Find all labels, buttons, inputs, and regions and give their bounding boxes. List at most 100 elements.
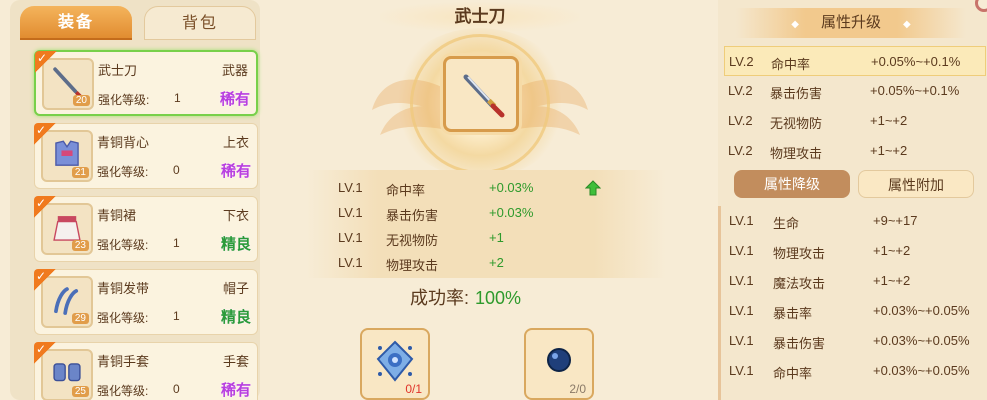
upgrade-row[interactable]: LV.2 无视物防 +1~+2 xyxy=(724,106,986,136)
item-slot: 武器 xyxy=(221,63,248,78)
downgrade-level: LV.1 xyxy=(729,273,754,288)
attribute-sub-tabs: 属性降级 属性附加 xyxy=(734,170,974,198)
equipped-check-icon: ✓ xyxy=(34,269,56,291)
stat-row: LV.1 暴击伤害 +0.03% xyxy=(306,201,666,225)
success-rate: 成功率: 100% xyxy=(410,284,521,310)
equipment-item[interactable]: 21 ✓ 青铜背心 上衣强化等级: 0 稀有 xyxy=(34,123,258,189)
stat-name: 无视物防 xyxy=(386,233,439,248)
item-slot: 下衣 xyxy=(222,208,249,223)
downgrade-name: 魔法攻击 xyxy=(773,276,826,291)
downgrade-row[interactable]: LV.1 暴击伤害 +0.03%~+0.05% xyxy=(721,326,987,356)
stat-name: 物理攻击 xyxy=(386,258,439,273)
enhance-level-label: 强化等级: xyxy=(97,311,149,325)
upgrade-range: +0.05%~+0.1% xyxy=(870,83,960,98)
stat-value: +0.03% xyxy=(489,205,534,220)
attribute-upgrade-header: ◆ 属性升级 ◆ xyxy=(736,8,966,38)
stat-row: LV.1 命中率 +0.03% xyxy=(306,176,666,200)
downgrade-range: +1~+2 xyxy=(873,243,911,258)
check-icon: ✓ xyxy=(36,196,47,210)
up-arrow-icon xyxy=(585,180,601,196)
diamond-right-icon: ◆ xyxy=(903,19,911,30)
tab-attribute-add[interactable]: 属性附加 xyxy=(858,170,974,198)
close-corner-icon[interactable] xyxy=(975,0,987,12)
stat-level: LV.1 xyxy=(338,180,363,195)
equipped-check-icon: ✓ xyxy=(34,342,56,364)
enhance-panel: 武士刀 LV.1 命中率 +0.03% LV.1 暴击伤害 +0.03% LV.1 无视物防 +… xyxy=(300,0,670,400)
upgrade-row[interactable]: LV.2 暴击伤害 +0.05%~+0.1% xyxy=(724,76,986,106)
enhance-level-label: 强化等级: xyxy=(98,93,150,107)
item-name: 武士刀 xyxy=(98,63,138,78)
material-slot-2[interactable]: 2/0 xyxy=(524,328,594,400)
check-icon: ✓ xyxy=(36,123,47,137)
enhance-level-label: 强化等级: xyxy=(97,165,149,179)
material-count-1: 0/1 xyxy=(405,382,422,396)
equipment-item[interactable]: 23 ✓ 青铜裙 下衣 强化等级: 1 精良 xyxy=(34,196,258,262)
item-slot: 手套 xyxy=(222,354,249,369)
downgrade-range: +1~+2 xyxy=(873,273,911,288)
upgrade-row[interactable]: LV.2 物理攻击 +1~+2 xyxy=(724,136,986,166)
current-stats: LV.1 命中率 +0.03% LV.1 暴击伤害 +0.03% LV.1 无视物防 +1 LV.… xyxy=(306,170,666,278)
enhance-level-value: 0 xyxy=(173,163,180,177)
item-name: 青铜裙 xyxy=(97,208,137,223)
upgrade-level: LV.2 xyxy=(729,54,754,69)
downgrade-row[interactable]: LV.1 魔法攻击 +1~+2 xyxy=(721,266,987,296)
upgrade-level: LV.2 xyxy=(728,113,753,128)
equipment-item[interactable]: 20 ✓ 武士刀 武器 强化等级: 1 稀有 xyxy=(34,50,258,116)
item-name: 青铜手套 xyxy=(97,354,150,369)
downgrade-range: +9~+17 xyxy=(873,213,918,228)
item-level-badge: 25 xyxy=(71,386,89,397)
quality-badge: 精良 xyxy=(220,309,251,326)
item-name: 青铜发带 xyxy=(97,281,150,296)
upgrade-range: +1~+2 xyxy=(870,113,908,128)
downgrade-range: +0.03%~+0.05% xyxy=(873,363,970,378)
stat-level: LV.1 xyxy=(338,230,363,245)
downgrade-row[interactable]: LV.1 暴击率 +0.03%~+0.05% xyxy=(721,296,987,326)
equipment-list: 20 ✓ 武士刀 武器 强化等级: 1 稀有 21 ✓ 青铜背心 上衣 强化等级: 0 稀有 23 ✓ 青铜裙下… xyxy=(34,50,258,400)
downgrade-range: +0.03%~+0.05% xyxy=(873,303,970,318)
downgrade-list: LV.1 生命 +9~+17 LV.1 物理攻击 +1~+2 LV.1 魔法攻击 +1~+2 LV… xyxy=(718,206,987,400)
stat-name: 暴击伤害 xyxy=(386,208,439,223)
item-level-badge: 29 xyxy=(71,313,89,324)
check-icon: ✓ xyxy=(36,269,47,283)
tab-bag[interactable]: 背包 xyxy=(144,6,256,40)
stat-level: LV.1 xyxy=(338,255,363,270)
item-slot: 帽子 xyxy=(222,281,249,296)
stat-row: LV.1 物理攻击 +2 xyxy=(306,251,666,275)
upgrade-level: LV.2 xyxy=(728,143,753,158)
equipment-item[interactable]: 29 ✓ 青铜发带 帽子强化等级: 1 精良 xyxy=(34,269,258,335)
upgrade-level: LV.2 xyxy=(728,83,753,98)
panel-tabs: 装备 背包 xyxy=(20,6,260,40)
stat-level: LV.1 xyxy=(338,205,363,220)
item-level-badge: 21 xyxy=(71,167,89,178)
enhance-level-value: 1 xyxy=(173,236,180,250)
item-level-badge: 20 xyxy=(72,95,90,106)
downgrade-row[interactable]: LV.1 命中率 +0.03%~+0.05% xyxy=(721,356,987,386)
check-icon: ✓ xyxy=(37,51,48,65)
item-name: 青铜背心 xyxy=(97,135,150,150)
upgrade-list: LV.2 命中率 +0.05%~+0.1% LV.2 暴击伤害 +0.05%~+0.1% L… xyxy=(724,46,986,166)
stat-value: +0.03% xyxy=(489,180,534,195)
equipped-check-icon: ✓ xyxy=(34,123,56,145)
downgrade-level: LV.1 xyxy=(729,363,754,378)
quality-badge: 稀有 xyxy=(220,163,251,180)
equipped-check-icon: ✓ xyxy=(35,51,57,73)
quality-badge: 稀有 xyxy=(219,91,250,108)
enhance-level-value: 1 xyxy=(173,309,180,323)
quality-badge: 精良 xyxy=(220,236,251,253)
equipment-item[interactable]: 25 ✓ 青铜手套 手套 强化等级: 0 稀有 xyxy=(34,342,258,400)
item-slot: 上衣 xyxy=(222,135,249,150)
check-icon: ✓ xyxy=(36,342,47,356)
downgrade-row[interactable]: LV.1 生命 +9~+17 xyxy=(721,206,987,236)
upgrade-row[interactable]: LV.2 命中率 +0.05%~+0.1% xyxy=(724,46,986,76)
downgrade-range: +0.03%~+0.05% xyxy=(873,333,970,348)
quality-badge: 稀有 xyxy=(220,382,251,399)
item-level-badge: 23 xyxy=(71,240,89,251)
stat-row: LV.1 无视物防 +1 xyxy=(306,226,666,250)
material-slot-1[interactable]: 0/1 xyxy=(360,328,430,400)
tab-equipment[interactable]: 装备 xyxy=(20,6,132,40)
equipment-panel: 装备 背包 20 ✓ 武士刀 武器 强化等级: 1 稀有 21 ✓ 青铜背心 上衣 强化等级: 0 稀有 2… xyxy=(10,0,260,400)
upgrade-name: 暴击伤害 xyxy=(770,86,823,101)
selected-item-slot[interactable] xyxy=(443,56,519,132)
tab-attribute-downgrade[interactable]: 属性降级 xyxy=(734,170,850,198)
downgrade-row[interactable]: LV.1 物理攻击 +1~+2 xyxy=(721,236,987,266)
